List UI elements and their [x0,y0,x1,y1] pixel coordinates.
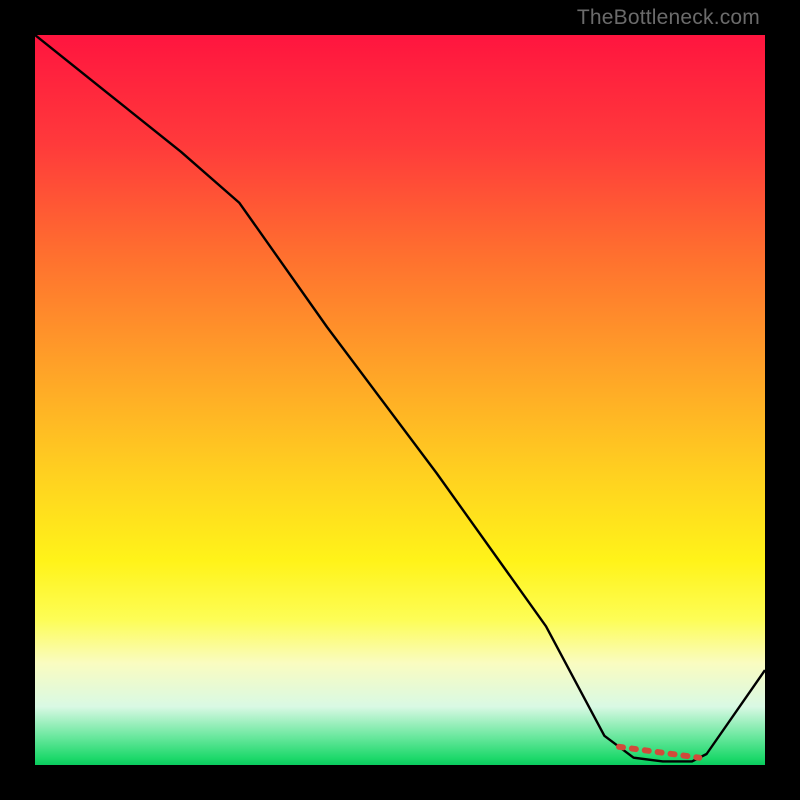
plot-area [35,35,765,765]
bottleneck-curve-path [35,35,765,761]
chart-frame: TheBottleneck.com [0,0,800,800]
watermark-text: TheBottleneck.com [577,6,760,30]
curve-svg [35,35,765,765]
